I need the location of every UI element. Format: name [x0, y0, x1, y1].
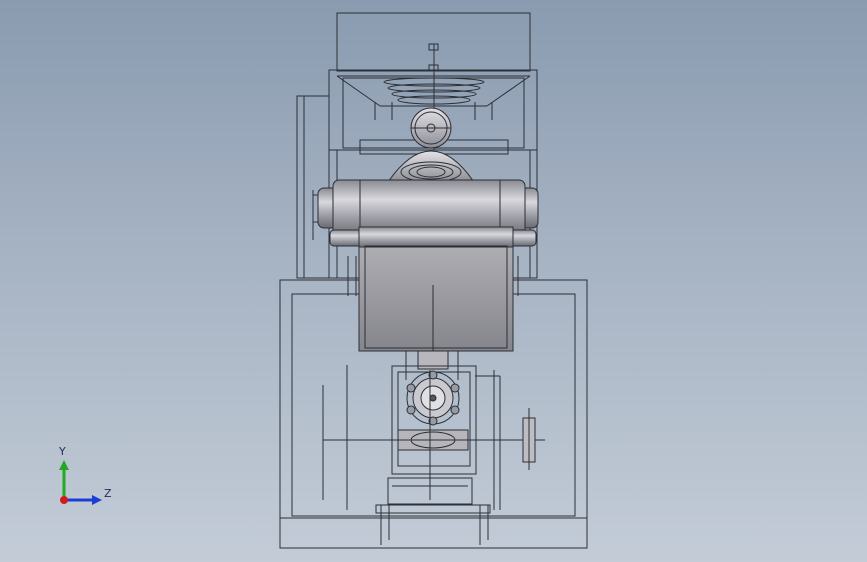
- x-axis-dot: [60, 496, 68, 504]
- cad-viewport[interactable]: Y Z: [0, 0, 867, 562]
- machine-drawing: Y Z: [58, 12, 588, 549]
- base-feet: [375, 477, 491, 545]
- dome-wheel: [387, 150, 475, 183]
- feed-panel: [358, 226, 514, 352]
- y-axis-label: Y: [58, 445, 66, 458]
- left-rails: [322, 365, 348, 510]
- upper-gear: [410, 107, 452, 149]
- orientation-triad: Y Z: [58, 445, 112, 505]
- z-axis-label: Z: [104, 487, 112, 500]
